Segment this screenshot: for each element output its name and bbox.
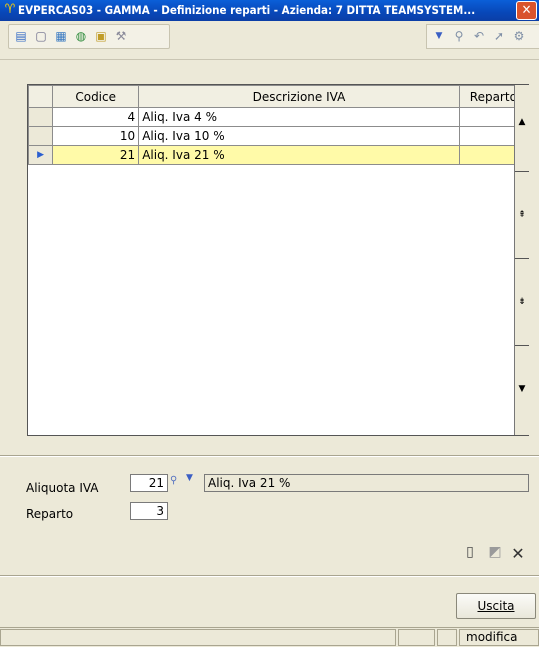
- sheet-icon[interactable]: ▦: [53, 29, 69, 44]
- cell-codice[interactable]: 4: [52, 107, 140, 127]
- footer-separator: [0, 575, 539, 577]
- close-button[interactable]: ✕: [516, 1, 537, 20]
- status-cell-1: [398, 629, 435, 646]
- toolbar-right-group: ▼ ⚲ ↶ ➚ ⚙: [426, 24, 539, 49]
- column-header-codice[interactable]: Codice: [52, 85, 140, 108]
- title-bar[interactable]: ♈ EVPERCAS03 - GAMMA - Definizione repar…: [0, 0, 539, 21]
- app-icon: ♈: [4, 2, 16, 17]
- tools-icon[interactable]: ⚒: [113, 29, 129, 44]
- document-icon[interactable]: ▢: [33, 29, 49, 44]
- redo-icon[interactable]: ➚: [491, 29, 507, 44]
- save-record-icon[interactable]: ◩: [487, 544, 503, 560]
- toolbar-left-group: ▤ ▢ ▦ ◍ ▣ ⚒: [8, 24, 170, 49]
- folder-icon[interactable]: ▣: [93, 29, 109, 44]
- table-row[interactable]: 10 Aliq. Iva 10 % 2: [27, 126, 529, 146]
- status-bar: modifica: [0, 627, 539, 647]
- aliquota-description-field: Aliq. Iva 21 %: [204, 474, 529, 492]
- toolbar: ▤ ▢ ▦ ◍ ▣ ⚒ ▼ ⚲ ↶ ➚ ⚙: [0, 21, 539, 60]
- grid-vertical-scrollbar[interactable]: ▲ ⇞ ⇟ ▼: [514, 85, 529, 435]
- dropdown-arrow-icon[interactable]: ▼: [431, 29, 447, 44]
- aliquota-iva-field[interactable]: 21: [130, 474, 168, 492]
- row-indicator-header: [27, 85, 54, 108]
- form-icon[interactable]: ▤: [13, 29, 29, 44]
- search-icon[interactable]: ⚲: [451, 29, 467, 44]
- scroll-page-down-icon[interactable]: ⇟: [515, 259, 529, 346]
- status-cell-2: [437, 629, 457, 646]
- exit-button-label: Uscita: [477, 599, 515, 613]
- lookup-dropdown-icon[interactable]: ▼: [186, 473, 193, 483]
- scroll-page-up-icon[interactable]: ⇞: [515, 172, 529, 259]
- current-row-arrow-icon: ▶: [27, 145, 54, 165]
- globe-icon[interactable]: ◍: [73, 29, 89, 44]
- reparti-grid[interactable]: Codice Descrizione IVA Reparto 4 Aliq. I…: [27, 84, 529, 436]
- grid-table: Codice Descrizione IVA Reparto 4 Aliq. I…: [27, 85, 529, 165]
- new-record-icon[interactable]: ▯: [462, 544, 478, 560]
- delete-record-icon[interactable]: ✕: [510, 544, 526, 563]
- cell-descrizione[interactable]: Aliq. Iva 10 %: [138, 126, 460, 146]
- column-header-descrizione[interactable]: Descrizione IVA: [138, 85, 460, 108]
- lookup-search-icon[interactable]: ⚲: [170, 475, 177, 486]
- window-title: EVPERCAS03 - GAMMA - Definizione reparti…: [18, 3, 476, 17]
- status-mode: modifica: [459, 629, 539, 646]
- form-separator: [0, 455, 539, 457]
- grid-header-row: Codice Descrizione IVA Reparto: [27, 85, 529, 108]
- exit-button[interactable]: Uscita: [456, 593, 536, 619]
- aliquota-iva-label: Aliquota IVA: [26, 481, 99, 495]
- row-indicator[interactable]: [27, 107, 54, 127]
- cell-descrizione[interactable]: Aliq. Iva 4 %: [138, 107, 460, 127]
- cell-codice[interactable]: 21: [52, 145, 140, 165]
- table-row[interactable]: 4 Aliq. Iva 4 % 1: [27, 107, 529, 127]
- settings-icon[interactable]: ⚙: [511, 29, 527, 44]
- row-indicator[interactable]: [27, 126, 54, 146]
- scroll-first-icon[interactable]: ▲: [515, 85, 529, 172]
- cell-descrizione[interactable]: Aliq. Iva 21 %: [138, 145, 460, 165]
- scroll-last-icon[interactable]: ▼: [515, 346, 529, 433]
- status-cell-main: [0, 629, 396, 646]
- reparto-field[interactable]: 3: [130, 502, 168, 520]
- undo-icon[interactable]: ↶: [471, 29, 487, 44]
- table-row-selected[interactable]: ▶ 21 Aliq. Iva 21 % 3: [27, 145, 529, 165]
- cell-codice[interactable]: 10: [52, 126, 140, 146]
- reparto-label: Reparto: [26, 507, 74, 521]
